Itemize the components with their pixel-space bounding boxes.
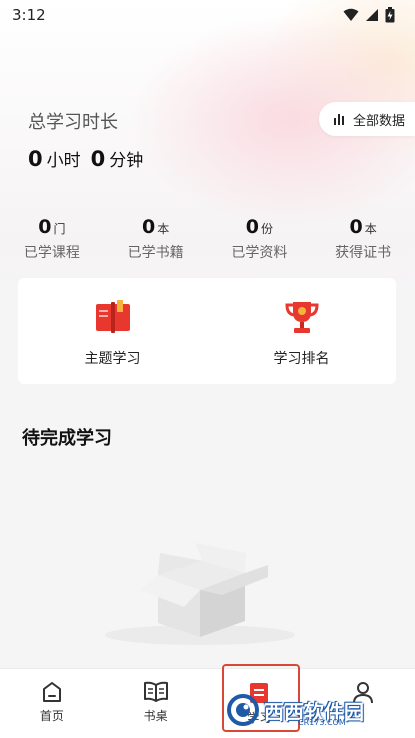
tab-desk[interactable]: 书桌 bbox=[104, 669, 208, 738]
stat-label: 已学书籍 bbox=[127, 245, 184, 261]
watermark-sub: CR173.COM bbox=[298, 718, 346, 727]
all-data-button[interactable]: 全部数据 bbox=[319, 102, 415, 136]
topic-study-label: 主题学习 bbox=[84, 351, 141, 367]
stat-label: 已学资料 bbox=[231, 245, 288, 261]
stat-unit: 本 bbox=[364, 222, 377, 236]
status-time: 3:12 bbox=[12, 6, 46, 24]
stat-value: 0 bbox=[38, 216, 52, 238]
wifi-icon bbox=[343, 8, 359, 21]
stat-certificates[interactable]: 0 本 获得证书 bbox=[311, 216, 415, 262]
study-duration: 0 小时 0 分钟 bbox=[28, 146, 149, 171]
stat-unit: 份 bbox=[260, 222, 273, 236]
stats-row: 0 门 已学课程 0 本 已学书籍 0 份 已学资料 0 本 获得证书 bbox=[0, 216, 415, 262]
hours-value: 0 bbox=[28, 147, 43, 171]
bar-chart-icon bbox=[334, 114, 344, 125]
stat-unit: 门 bbox=[53, 222, 66, 236]
stat-courses[interactable]: 0 门 已学课程 bbox=[0, 216, 104, 262]
watermark: 西西软件园 CR173.COM bbox=[226, 692, 406, 728]
stat-books[interactable]: 0 本 已学书籍 bbox=[104, 216, 208, 262]
status-bar: 3:12 bbox=[0, 0, 415, 30]
stat-label: 获得证书 bbox=[335, 245, 392, 261]
book-icon bbox=[95, 300, 130, 333]
tab-home-label: 首页 bbox=[39, 709, 64, 723]
stat-unit: 本 bbox=[157, 222, 170, 236]
home-icon bbox=[42, 682, 61, 702]
signal-icon bbox=[366, 9, 378, 21]
stat-materials[interactable]: 0 份 已学资料 bbox=[208, 216, 312, 262]
tab-home[interactable]: 首页 bbox=[0, 669, 104, 738]
total-study-time-label: 总学习时长 bbox=[28, 112, 118, 133]
open-book-icon bbox=[143, 681, 168, 702]
tab-desk-label: 书桌 bbox=[143, 709, 168, 723]
hours-unit: 小时 bbox=[46, 151, 81, 171]
stat-value: 0 bbox=[349, 216, 363, 238]
topic-study-button[interactable]: 主题学习 bbox=[18, 278, 207, 384]
study-ranking-button[interactable]: 学习排名 bbox=[207, 278, 396, 384]
feature-card: 主题学习 学习排名 bbox=[18, 278, 396, 384]
pending-study-title: 待完成学习 bbox=[22, 428, 112, 449]
minutes-value: 0 bbox=[90, 147, 106, 171]
empty-box-illustration bbox=[105, 543, 295, 645]
status-icons bbox=[343, 7, 395, 23]
stat-value: 0 bbox=[245, 216, 259, 238]
stat-value: 0 bbox=[142, 216, 156, 238]
battery-icon bbox=[385, 7, 395, 23]
stat-label: 已学课程 bbox=[23, 245, 80, 261]
minutes-unit: 分钟 bbox=[109, 151, 144, 171]
all-data-label: 全部数据 bbox=[353, 113, 406, 129]
watermark-logo-icon bbox=[227, 694, 259, 726]
trophy-icon bbox=[284, 302, 319, 333]
study-ranking-label: 学习排名 bbox=[273, 351, 330, 367]
